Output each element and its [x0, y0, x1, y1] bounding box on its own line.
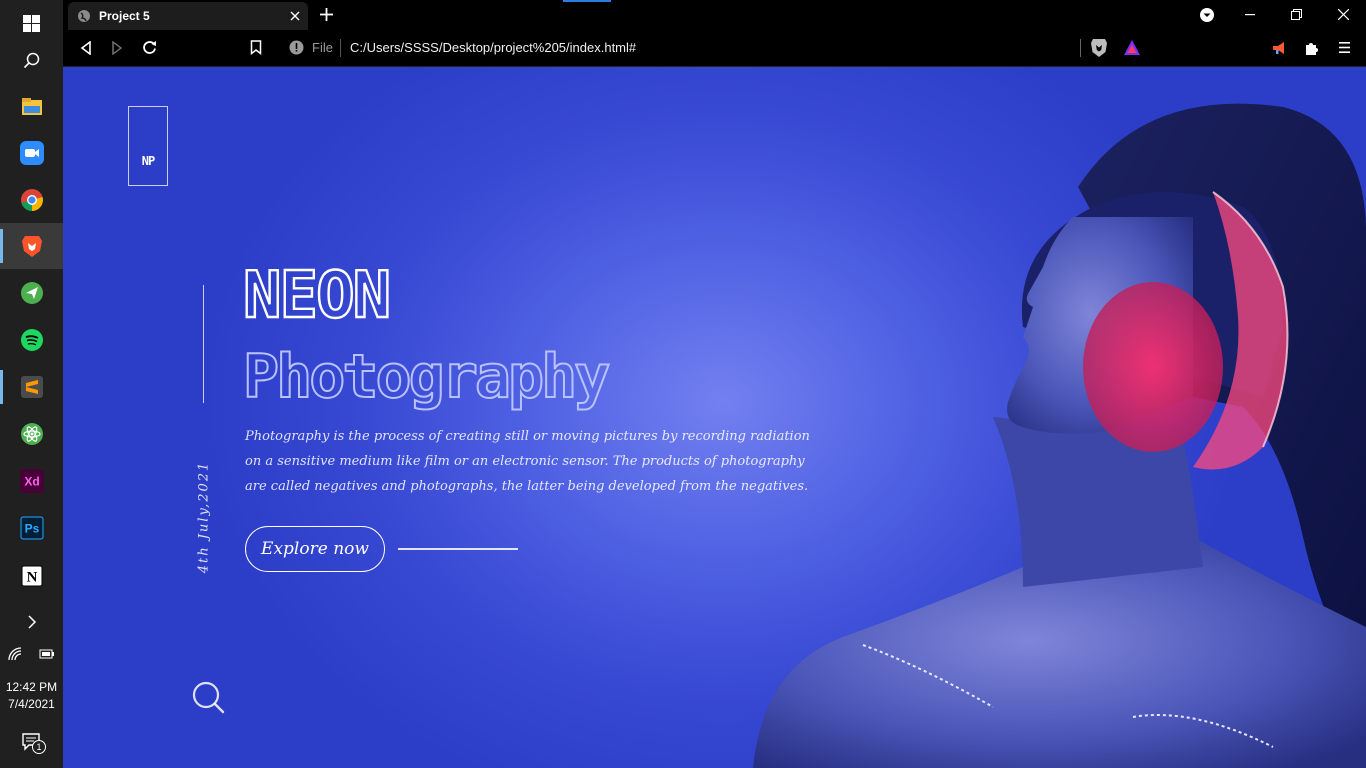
- url-input[interactable]: C:/Users/SSSS/Desktop/project%205/index.…: [350, 40, 636, 55]
- video-camera-icon: [19, 141, 44, 165]
- globe-icon: [78, 10, 90, 22]
- system-tray: [0, 641, 63, 667]
- taskbar-search-button[interactable]: [0, 38, 63, 84]
- atom-icon: [20, 423, 43, 445]
- taskbar-photoshop[interactable]: Ps: [0, 505, 63, 551]
- back-icon[interactable]: [80, 41, 92, 55]
- toolbar-divider: [1080, 39, 1081, 57]
- svg-text:Xd: Xd: [24, 475, 39, 489]
- chrome-icon: [20, 189, 43, 211]
- spotify-icon: [20, 329, 43, 351]
- taskbar-adobe-xd[interactable]: Xd: [0, 458, 63, 504]
- taskbar-atom[interactable]: [0, 411, 63, 457]
- taskbar-zoom[interactable]: [0, 130, 63, 176]
- taskbar-notion[interactable]: N: [0, 553, 63, 599]
- svg-text:N: N: [26, 570, 37, 586]
- extensions-puzzle-icon[interactable]: [1304, 40, 1320, 56]
- folder-icon: [21, 98, 42, 115]
- bookmark-icon[interactable]: [250, 40, 262, 55]
- extension-megaphone-icon[interactable]: [1271, 40, 1287, 56]
- tab-search-dropdown-icon[interactable]: [1200, 8, 1214, 22]
- url-scheme-label: File: [312, 40, 333, 55]
- taskbar-spotify[interactable]: [0, 317, 63, 363]
- hero-portrait-image: [753, 103, 1366, 768]
- taskbar-brave[interactable]: [0, 223, 63, 269]
- hero-title-line2: Photography: [243, 342, 609, 412]
- menu-hamburger-icon[interactable]: [1339, 41, 1350, 54]
- search-icon[interactable]: [191, 680, 225, 714]
- show-hidden-icons-button[interactable]: [0, 607, 63, 637]
- tab-title: Project 5: [99, 9, 150, 23]
- info-icon[interactable]: [289, 40, 304, 55]
- restore-icon[interactable]: [1291, 9, 1302, 20]
- paper-plane-icon: [20, 282, 43, 304]
- svg-text:Ps: Ps: [24, 522, 39, 536]
- clock-date: 7/4/2021: [8, 697, 55, 711]
- action-center-button[interactable]: 1: [0, 722, 63, 762]
- tab-project-5[interactable]: Project 5: [68, 2, 308, 30]
- forward-icon[interactable]: [111, 41, 123, 55]
- battery-icon[interactable]: [39, 648, 55, 660]
- reload-icon[interactable]: [142, 40, 157, 55]
- logo-text: NP: [141, 154, 155, 168]
- taskbar-sublime-text[interactable]: [0, 364, 63, 410]
- publish-date: 4th July,2021: [196, 460, 212, 574]
- browser-tab-bar: Project 5: [63, 0, 1366, 30]
- clock[interactable]: 12:42 PM 7/4/2021: [0, 679, 63, 713]
- window-close-icon[interactable]: [1338, 9, 1349, 20]
- webpage: NP 4th July,2021 NEON Photography Photog…: [63, 67, 1366, 768]
- taskbar-chrome[interactable]: [0, 177, 63, 223]
- cta-underline-decoration: [398, 548, 518, 550]
- notification-count-badge: 1: [32, 740, 46, 754]
- explore-now-button[interactable]: Explore now: [245, 526, 385, 572]
- hero-title: NEON Photography: [242, 258, 613, 413]
- minimize-icon[interactable]: [1245, 14, 1255, 16]
- hero-description: Photography is the process of creating s…: [245, 429, 810, 494]
- window-drag-indicator: [563, 0, 611, 2]
- new-tab-icon[interactable]: [320, 8, 333, 21]
- notion-icon: N: [21, 565, 42, 587]
- sublime-icon: [20, 376, 43, 398]
- chevron-right-icon: [27, 615, 36, 629]
- vertical-divider: [203, 285, 204, 403]
- brave-lion-icon: [21, 236, 42, 257]
- wifi-icon[interactable]: [8, 647, 22, 661]
- site-logo[interactable]: NP: [128, 106, 168, 186]
- windows-taskbar: Xd Ps N 12:42 PM 7/4/2021 1: [0, 0, 63, 768]
- clock-time: 12:42 PM: [5, 680, 58, 694]
- search-icon: [23, 52, 39, 69]
- hero-title-line1: NEON: [243, 259, 389, 333]
- taskbar-file-explorer[interactable]: [0, 84, 63, 130]
- close-icon[interactable]: [290, 11, 300, 21]
- url-separator: [340, 39, 341, 57]
- taskbar-telegram[interactable]: [0, 270, 63, 316]
- browser-toolbar: File C:/Users/SSSS/Desktop/project%205/i…: [63, 30, 1366, 67]
- windows-logo-icon: [23, 14, 40, 32]
- brave-shields-icon[interactable]: [1090, 38, 1108, 58]
- xd-icon: Xd: [19, 469, 44, 493]
- brave-rewards-icon[interactable]: [1123, 39, 1141, 56]
- ps-icon: Ps: [19, 516, 44, 540]
